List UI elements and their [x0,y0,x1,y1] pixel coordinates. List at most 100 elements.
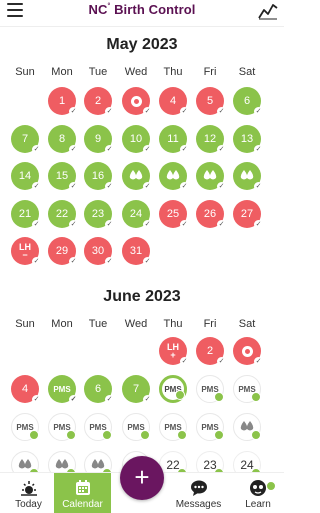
june-day-cell[interactable]: 6 ✓ [84,375,114,404]
add-button[interactable]: + [120,456,164,500]
check-icon: ✓ [217,144,226,154]
check-icon: ✓ [105,144,114,154]
june-day-cell[interactable]: PMS [84,413,112,441]
check-icon: ✓ [69,107,78,116]
plus-icon: + [170,350,176,360]
may-day-cell[interactable]: 10 ✓ [122,124,152,154]
may-day-cell[interactable]: 26 ✓ [196,199,226,229]
june-day-cell[interactable]: PMS ✓ [48,375,78,404]
check-icon: ✓ [105,107,114,116]
may-day-cell[interactable]: 23 ✓ [84,199,114,229]
fertility-status-dot [251,430,261,440]
check-icon: ✓ [32,182,41,191]
may-day-cell[interactable]: 12 ✓ [196,124,226,154]
may-day-cell[interactable]: 8 ✓ [48,124,78,154]
may-day-label: 11 [167,132,179,145]
june-day-cell[interactable]: PMS [122,413,150,441]
may-day-cell[interactable]: LH − ✓ [11,237,41,266]
may-day-cell[interactable]: 25 ✓ [159,199,189,229]
nav-calendar[interactable]: Calendar [54,473,111,513]
discharge-drops-icon [129,169,143,184]
brand-logo-text: NC [88,2,108,17]
may-day-cell[interactable]: ✓ [233,162,263,191]
check-icon: ✓ [254,219,263,229]
may-day-cell[interactable]: 11 ✓ [159,124,189,154]
fertility-status-dot [102,430,112,440]
june-day-cell[interactable]: PMS [159,375,187,403]
check-icon: ✓ [69,395,78,404]
may-day-label: 15 [55,170,69,182]
may-day-cell[interactable]: 21 ✓ [11,199,41,229]
may-day-label: 7 [21,132,29,145]
june-day-cell[interactable]: 7 ✓ [122,375,152,404]
check-icon: ✓ [32,395,41,404]
may-day-label: 10 [129,132,143,145]
may-day-cell[interactable]: 16 ✓ [84,162,114,191]
may-day-cell[interactable]: ✓ [196,162,226,191]
may-day-label: 13 [240,132,254,145]
fertility-status-dot [29,430,39,440]
may-day-cell[interactable]: 2 ✓ [84,87,114,116]
june-weekday-wed: Wed [124,318,148,330]
june-weekday-sat: Sat [238,318,256,330]
may-day-cell[interactable]: 22 ✓ [48,199,78,229]
may-day-cell[interactable]: ✓ [122,87,152,116]
fertility-status-dot [214,430,224,440]
may-day-cell[interactable]: 15 ✓ [48,162,78,191]
may-day-cell[interactable]: 1 ✓ [48,87,78,116]
june-day-cell[interactable]: 4 ✓ [11,375,41,404]
check-icon: ✓ [69,219,78,229]
lh-test-negative-icon: LH − [19,243,31,260]
may-day-label: 5 [206,95,214,107]
june-day-cell[interactable]: ✓ [233,337,263,366]
may-weekday-tue: Tue [88,66,108,78]
may-day-cell[interactable]: 6 ✓ [233,87,263,116]
discharge-drops-icon [166,169,180,184]
may-day-cell[interactable]: 9 ✓ [84,124,114,154]
may-day-cell[interactable]: ✓ [122,162,152,191]
may-day-cell[interactable]: 30 ✓ [84,237,114,266]
discharge-drops-icon [203,169,217,184]
fertility-status-dot [66,430,76,440]
check-icon: ✓ [254,144,263,154]
june-day-cell[interactable]: PMS [48,413,76,441]
may-day-cell[interactable]: 27 ✓ [233,199,263,229]
may-day-cell[interactable]: 5 ✓ [196,87,226,116]
june-day-cell[interactable]: PMS [159,413,187,441]
may-day-cell[interactable]: 4 ✓ [159,87,189,116]
check-icon: ✓ [143,144,152,154]
may-day-label: 12 [203,132,217,145]
june-day-cell[interactable]: LH + ✓ [159,337,189,366]
chat-icon [190,480,207,496]
may-day-cell[interactable]: 13 ✓ [233,124,263,154]
june-month-title: June 2023 [103,288,181,305]
may-day-label: 29 [55,245,69,257]
june-day-cell[interactable]: PMS [11,413,39,441]
may-day-cell[interactable]: 29 ✓ [48,237,78,266]
check-icon: ✓ [143,219,152,229]
june-day-cell[interactable]: PMS [196,413,224,441]
june-day-cell[interactable]: 2 ✓ [196,337,226,366]
june-weekday-mon: Mon [51,318,73,330]
trend-graph-icon[interactable] [258,2,278,20]
june-day-cell[interactable]: PMS [233,375,261,403]
june-day-cell[interactable]: PMS [196,375,224,403]
check-icon: ✓ [69,144,78,154]
ovulation-icon [241,345,253,357]
may-day-label: 9 [94,132,102,145]
may-day-label: 2 [94,95,102,107]
check-icon: ✓ [180,107,189,116]
may-day-label: 21 [18,207,32,220]
may-day-cell[interactable]: 24 ✓ [122,199,152,229]
may-day-cell[interactable]: ✓ [159,162,189,191]
june-weekday-row: Sun Mon Tue Wed Thu Fri Sat [0,318,284,332]
brand-suffix: Birth Control [110,2,196,17]
may-day-cell[interactable]: 31 ✓ [122,237,152,266]
june-day-cell[interactable] [233,413,261,441]
may-day-cell[interactable]: 14 ✓ [11,162,41,191]
nav-messages[interactable]: Messages [170,473,227,513]
nav-learn[interactable]: Learn [232,473,284,513]
nav-today[interactable]: Today [0,473,57,513]
may-day-cell[interactable]: 7 ✓ [11,124,41,154]
check-icon: ✓ [217,182,226,191]
